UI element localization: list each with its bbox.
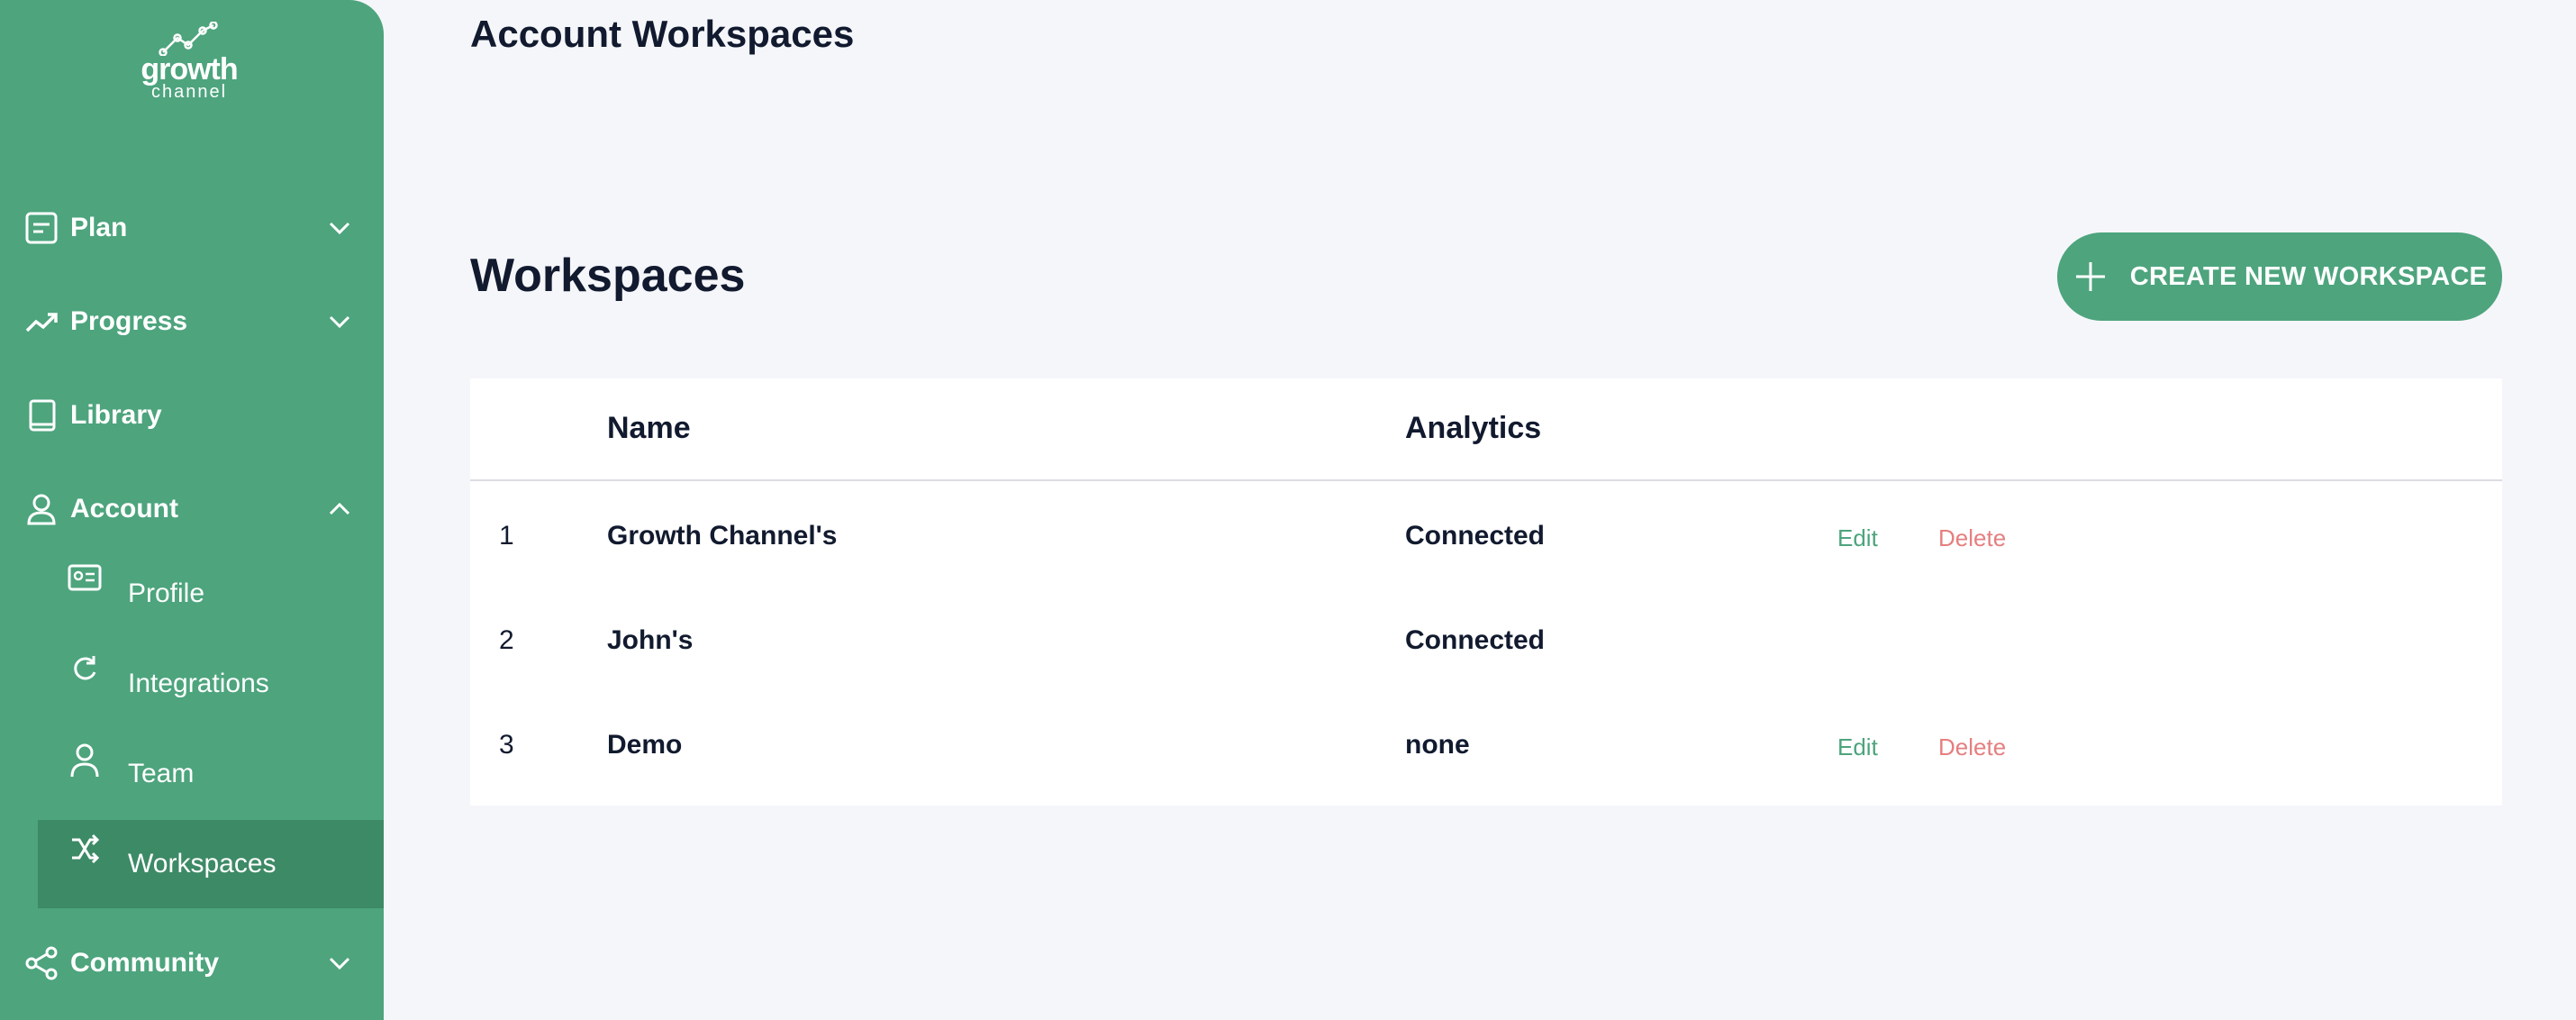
sidebar-item-progress[interactable]: Progress [0, 290, 384, 353]
notepad-icon [22, 208, 61, 248]
sidebar-item-community[interactable]: Community [0, 932, 384, 995]
shuffle-icon [65, 833, 104, 872]
logo-wordmark: growth [141, 52, 238, 87]
sidebar-item-label: Library [70, 400, 162, 430]
chevron-down-icon[interactable] [326, 950, 353, 977]
row-index: 2 [499, 625, 514, 655]
delete-link[interactable]: Delete [1938, 524, 2006, 552]
workspace-name: John's [607, 625, 694, 655]
delete-link[interactable]: Delete [1938, 733, 2006, 761]
sidebar-item-label: Community [70, 948, 219, 978]
table-header: Name Analytics [470, 378, 2502, 481]
trend-up-icon [22, 302, 61, 342]
analytics-status: Connected [1405, 521, 1546, 551]
sidebar-subitem-label: Workspaces [128, 849, 277, 879]
sidebar-subitem-label: Integrations [128, 669, 269, 698]
sidebar-item-label: Plan [70, 213, 128, 242]
sidebar-subitem-label: Profile [128, 578, 205, 608]
sidebar-subitem-label: Team [128, 759, 195, 788]
person-icon [65, 742, 104, 782]
growth-channel-logo[interactable]: growth channel [135, 22, 243, 108]
analytics-status: Connected [1405, 625, 1546, 655]
analytics-status: none [1405, 730, 1470, 760]
table-row: 3 Demo none Edit Delete [470, 692, 2502, 797]
workspace-name: Demo [607, 730, 683, 760]
sidebar-subitem-profile[interactable]: Profile [38, 550, 384, 638]
sidebar-subitem-team[interactable]: Team [38, 730, 384, 818]
sidebar-subitem-integrations[interactable]: Integrations [38, 640, 384, 728]
column-header-analytics: Analytics [1405, 411, 1542, 445]
table-row: 1 Growth Channel's Connected Edit Delete [470, 483, 2502, 587]
sidebar-subitem-workspaces[interactable]: Workspaces [38, 820, 384, 908]
id-card-icon [65, 562, 104, 602]
create-button-label: CREATE NEW WORKSPACE [2129, 261, 2488, 291]
sidebar: growth channel Plan Progress Library Acc… [0, 0, 384, 1020]
sidebar-item-label: Account [70, 494, 178, 524]
table-row: 2 John's Connected [470, 587, 2502, 692]
create-new-workspace-button[interactable]: CREATE NEW WORKSPACE [2057, 232, 2502, 321]
sidebar-item-account[interactable]: Account [0, 478, 384, 541]
growth-chart-icon [159, 22, 218, 56]
row-index: 1 [499, 521, 514, 551]
share-icon [22, 943, 61, 983]
section-title: Workspaces [470, 250, 746, 302]
sidebar-item-library[interactable]: Library [0, 384, 384, 447]
workspace-name: Growth Channel's [607, 521, 838, 551]
column-header-name: Name [607, 411, 691, 445]
logo-subtitle: channel [150, 82, 228, 102]
refresh-icon [65, 652, 104, 692]
book-icon [22, 396, 61, 435]
edit-link[interactable]: Edit [1837, 524, 1878, 552]
chevron-down-icon[interactable] [326, 214, 353, 241]
plus-icon [2075, 262, 2105, 291]
user-icon [22, 489, 61, 529]
workspaces-table: Name Analytics 1 Growth Channel's Connec… [470, 378, 2502, 806]
row-index: 3 [499, 730, 514, 760]
chevron-up-icon[interactable] [326, 496, 353, 523]
sidebar-item-plan[interactable]: Plan [0, 196, 384, 260]
page-title: Account Workspaces [470, 13, 855, 55]
chevron-down-icon[interactable] [326, 308, 353, 335]
edit-link[interactable]: Edit [1837, 733, 1878, 761]
sidebar-item-label: Progress [70, 306, 188, 336]
